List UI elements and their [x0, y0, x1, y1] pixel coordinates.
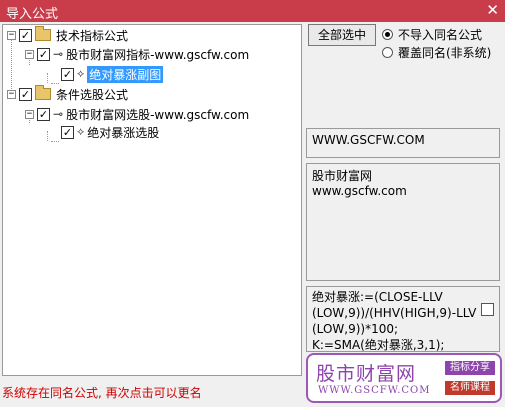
- checkbox-screening-formula[interactable]: ✓: [61, 125, 74, 139]
- tree-node-screening-group[interactable]: − ✓ 条件选股公式: [7, 85, 128, 103]
- code-line: 绝对暴涨:=(CLOSE-LLV: [312, 290, 443, 304]
- status-message: 系统存在同名公式, 再次点击可以更名: [2, 386, 202, 400]
- checkbox-indicator-formula[interactable]: ✓: [61, 67, 74, 81]
- key-icon: ⊸: [53, 47, 64, 61]
- collapse-icon[interactable]: −: [25, 109, 34, 119]
- title-bar: 导入公式 ✕: [0, 0, 505, 22]
- formula-icon: ⟡: [77, 67, 85, 80]
- radio-overwrite[interactable]: 覆盖同名(非系统): [382, 44, 491, 61]
- logo-url: WWW.GSCFW.COM: [318, 385, 431, 396]
- watermark-logo: 股市财富网 WWW.GSCFW.COM 指标分享 名师课程: [306, 353, 502, 403]
- radio-label: 不导入同名公式: [398, 28, 483, 42]
- collapse-icon[interactable]: −: [7, 89, 16, 99]
- url-text: WWW.GSCFW.COM: [312, 133, 425, 147]
- tree-node-label: 技术指标公式: [56, 28, 129, 43]
- tree-node-label: 股市财富网选股-www.gscfw.com: [66, 107, 250, 122]
- code-box[interactable]: 绝对暴涨:=(CLOSE-LLV (LOW,9))/(HHV(HIGH,9)-L…: [306, 286, 500, 352]
- code-checkbox[interactable]: [481, 303, 494, 316]
- tree-node-label: 股市财富网指标-www.gscfw.com: [66, 47, 250, 62]
- collapse-icon[interactable]: −: [7, 30, 16, 40]
- radio-unselected-icon[interactable]: [382, 47, 393, 58]
- formula-tree[interactable]: − ✓ 技术指标公式 − ✓ ⊸ 股市财富网指标-www.gscfw.com ✓…: [2, 24, 302, 376]
- info-box: 股市财富网 www.gscfw.com: [306, 163, 500, 281]
- logo-tag-course: 名师课程: [445, 381, 495, 395]
- window-title: 导入公式: [6, 7, 59, 22]
- code-line: (LOW,9))*100;: [312, 322, 399, 336]
- tree-node-indicator-formula[interactable]: ✓ ⟡ 绝对暴涨副图: [61, 65, 164, 83]
- close-icon[interactable]: ✕: [486, 1, 499, 19]
- key-icon: ⊸: [53, 107, 64, 121]
- code-line: (LOW,9))/(HHV(HIGH,9)-LLV: [312, 306, 477, 320]
- info-line-1: 股市财富网: [312, 169, 373, 183]
- radio-selected-icon[interactable]: [382, 29, 393, 40]
- tree-node-screening-file[interactable]: − ✓ ⊸ 股市财富网选股-www.gscfw.com: [25, 105, 249, 123]
- select-all-button[interactable]: 全部选中: [308, 24, 376, 46]
- logo-name: 股市财富网: [316, 363, 417, 385]
- folder-icon: [35, 26, 51, 41]
- logo-tag-share: 指标分享: [445, 361, 495, 375]
- formula-icon: ⟡: [77, 125, 85, 138]
- tree-node-label: 绝对暴涨选股: [87, 125, 160, 140]
- radio-no-import[interactable]: 不导入同名公式: [382, 26, 482, 43]
- tree-node-indicator-group[interactable]: − ✓ 技术指标公式: [7, 26, 128, 44]
- checkbox-screening-file[interactable]: ✓: [37, 107, 50, 121]
- checkbox-indicator-group[interactable]: ✓: [19, 28, 32, 42]
- radio-label: 覆盖同名(非系统): [398, 46, 492, 60]
- collapse-icon[interactable]: −: [25, 49, 34, 59]
- checkbox-indicator-file[interactable]: ✓: [37, 47, 50, 61]
- folder-icon: [35, 85, 51, 100]
- tree-node-indicator-file[interactable]: − ✓ ⊸ 股市财富网指标-www.gscfw.com: [25, 45, 249, 63]
- tree-node-label: 绝对暴涨副图: [87, 65, 164, 83]
- info-line-2: www.gscfw.com: [312, 184, 407, 198]
- code-line: K:=SMA(绝对暴涨,3,1);: [312, 338, 445, 352]
- tree-node-label: 条件选股公式: [56, 87, 129, 102]
- checkbox-screening-group[interactable]: ✓: [19, 87, 32, 101]
- tree-node-screening-formula[interactable]: ✓ ⟡ 绝对暴涨选股: [61, 123, 159, 141]
- url-box: WWW.GSCFW.COM: [306, 128, 500, 158]
